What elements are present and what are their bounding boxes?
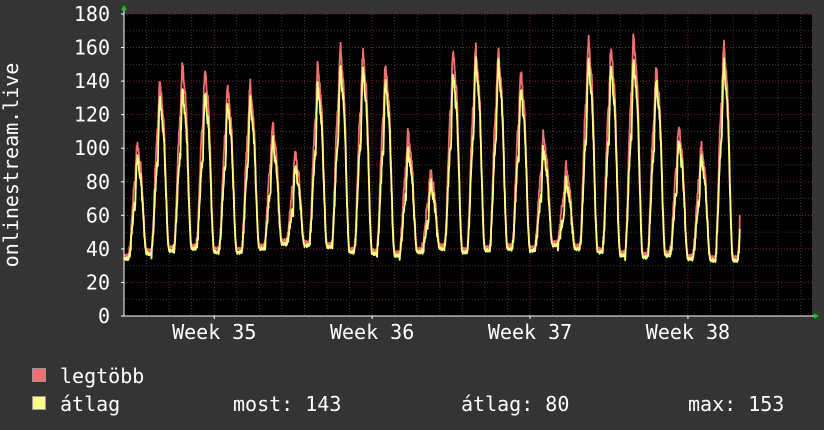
legend-row-max: legtöbb [30,362,810,390]
y-tick-label: 60 [86,203,110,227]
x-tick-label: Week 36 [330,320,414,344]
legend-row-avg: átlag most: 143 átlag: 80 max: 153 [30,390,810,418]
y-tick-label: 140 [74,69,110,93]
y-axis-arrow [121,5,127,10]
y-tick-label: 40 [86,237,110,261]
y-tick-label: 80 [86,170,110,194]
legend-swatch-avg [32,396,46,410]
y-tick-label: 180 [74,2,110,26]
y-axis-label: onlinestream.live [0,63,23,268]
y-tick-label: 20 [86,270,110,294]
y-tick-label: 100 [74,136,110,160]
legend-label-avg: átlag [60,392,121,416]
plot-area [124,14,812,316]
y-tick-label: 0 [98,304,110,328]
stat-atlag: átlag: 80 [461,392,570,416]
legend-label-max: legtöbb [60,364,145,388]
chart: 0 20 40 60 80 100 120 140 160 180 Week 35 Week 36 We… [0,2,819,344]
stat-max: max: 153 [688,392,785,416]
x-tick-label: Week 35 [172,320,256,344]
stat-most: most: 143 [233,392,342,416]
x-tick-label: Week 38 [646,320,730,344]
legend-swatch-max [32,368,46,382]
x-tick-label: Week 37 [488,320,572,344]
x-axis-arrow [814,313,819,319]
legend: legtöbb átlag most: 143 átlag: 80 max: 1… [30,362,810,422]
y-tick-label: 120 [74,103,110,127]
y-tick-label: 160 [74,36,110,60]
